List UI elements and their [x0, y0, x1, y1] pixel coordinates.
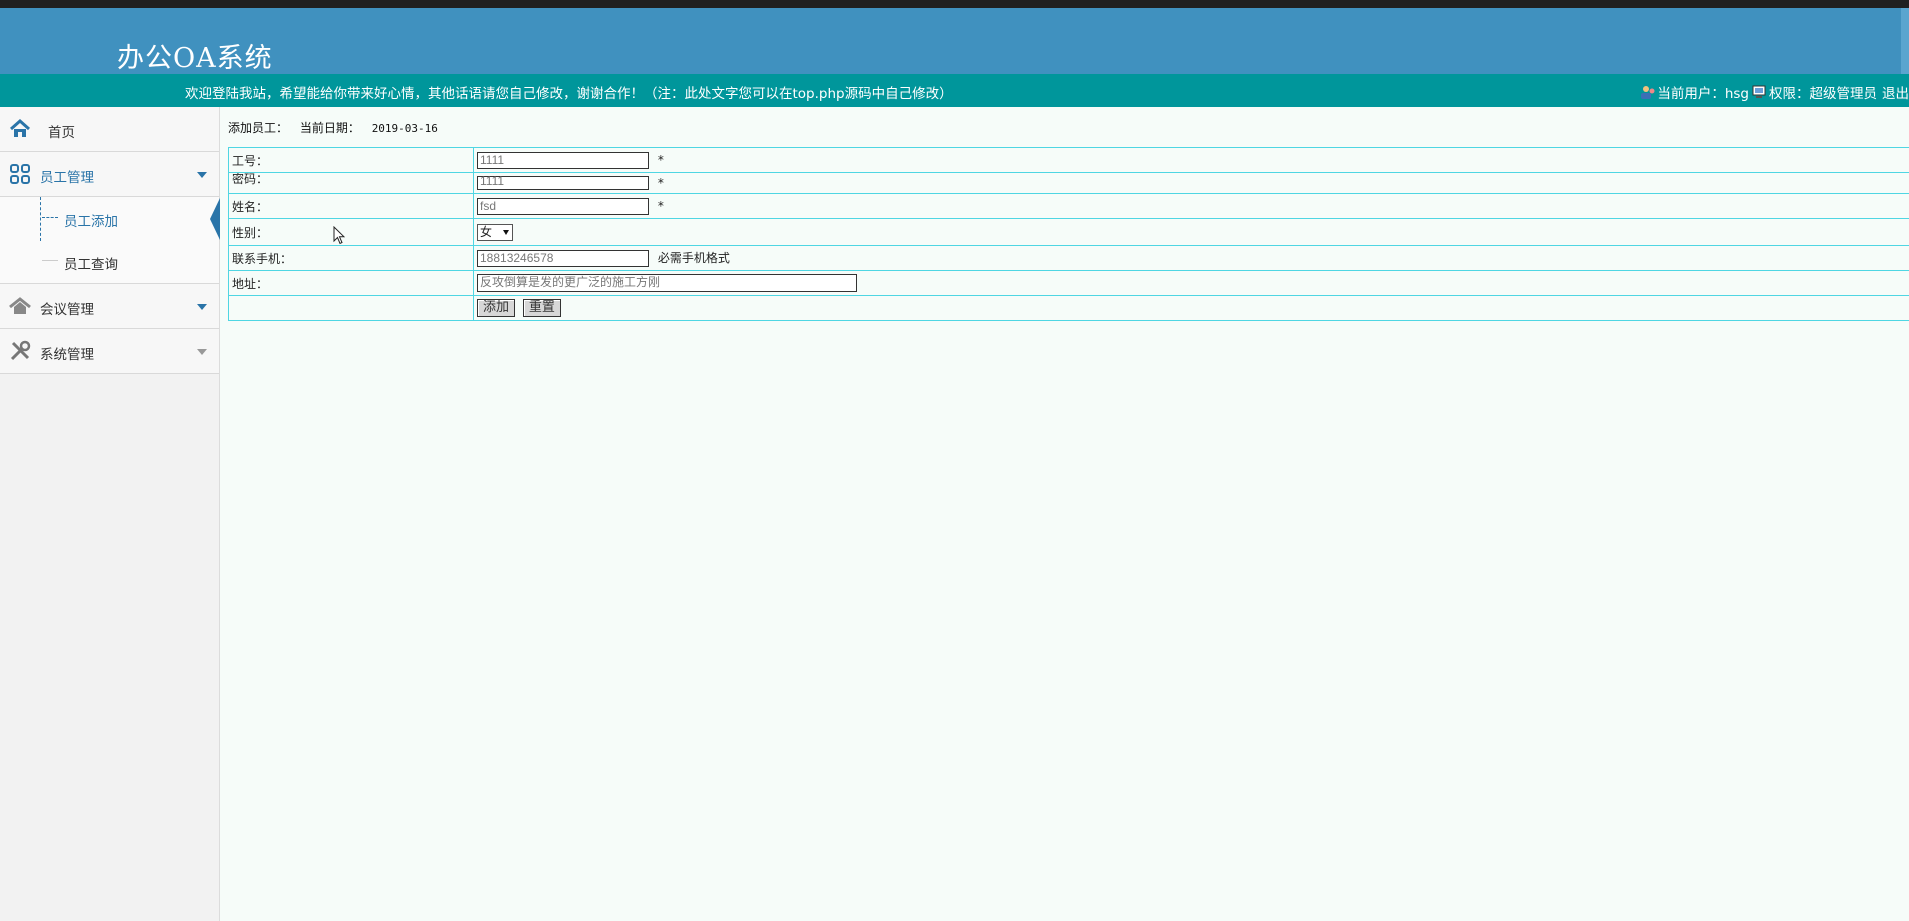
tree-branch	[42, 260, 58, 261]
required-mark: *	[657, 175, 664, 190]
grid-icon	[10, 164, 30, 184]
app-title: 办公OA系统	[117, 43, 273, 74]
chevron-down-icon	[197, 349, 207, 355]
gender-selected-value: 女	[480, 224, 493, 239]
sidebar-item-label: 系统管理	[40, 347, 94, 363]
main-content: 添加员工： 当前日期： 2019-03-16 工号： 1111 * 密码： 11…	[220, 107, 1909, 921]
submenu-item-label: 员工添加	[64, 214, 118, 230]
employee-submenu: 员工添加 员工查询	[0, 197, 220, 284]
required-mark: *	[657, 198, 664, 213]
phone-input[interactable]: 18813246578	[477, 250, 649, 267]
gender-select[interactable]: 女	[477, 223, 513, 241]
submenu-item-label: 员工查询	[64, 257, 118, 273]
app-header: 办公OA系统	[0, 8, 1909, 74]
job-no-label: 工号：	[228, 147, 474, 173]
form-row-name: 姓名： fsd *	[228, 193, 1909, 219]
submenu-item-employee-query[interactable]: 员工查询	[0, 240, 219, 283]
password-label-text: 密码：	[232, 172, 269, 186]
home-icon	[10, 118, 30, 137]
name-input[interactable]: fsd	[477, 197, 649, 215]
password-label: 密码：	[228, 172, 474, 194]
phone-label: 联系手机：	[228, 245, 474, 271]
employee-form: 工号： 1111 * 密码： 1111 * 姓名： fsd * 性别： 女 联系…	[228, 147, 1909, 321]
logout-link[interactable]: 退出	[1882, 82, 1909, 102]
sidebar-item-label: 员工管理	[40, 170, 94, 186]
form-row-address: 地址： 反攻倒算是发的更广泛的施工方刚	[228, 270, 1909, 296]
user-icon	[1641, 86, 1655, 99]
empty-cell	[228, 295, 474, 321]
required-mark: *	[657, 152, 664, 167]
permission-icon	[1752, 85, 1766, 98]
submenu-item-employee-add[interactable]: 员工添加	[0, 197, 220, 240]
sidebar-item-employee[interactable]: 员工管理	[0, 152, 219, 197]
form-row-gender: 性别： 女	[228, 218, 1909, 246]
sidebar: 首页 员工管理 员工添加 员工查询 会议管理 系统管理	[0, 107, 220, 921]
scrollbar-track[interactable]	[1901, 8, 1909, 74]
address-input[interactable]: 反攻倒算是发的更广泛的施工方刚	[477, 274, 857, 292]
phone-hint: 必需手机格式	[657, 251, 730, 265]
chevron-down-icon	[197, 304, 207, 310]
sidebar-item-home[interactable]: 首页	[0, 107, 219, 152]
welcome-bar: 欢迎登陆我站，希望能给你带来好心情，其他话语请您自己修改，谢谢合作！（注：此处文…	[0, 74, 1909, 107]
name-label: 姓名：	[228, 193, 474, 219]
tools-icon	[10, 340, 31, 361]
tree-branch	[42, 217, 58, 218]
sidebar-item-meeting[interactable]: 会议管理	[0, 284, 219, 329]
dropdown-arrow-icon	[503, 229, 509, 235]
form-row-job-no: 工号： 1111 *	[228, 147, 1909, 173]
date-value: 2019-03-16	[371, 122, 438, 135]
current-user: 当前用户：hsg	[1657, 86, 1749, 102]
mouse-cursor-icon	[333, 226, 345, 245]
form-row-password: 密码： 1111 *	[228, 172, 1909, 194]
sidebar-item-label: 会议管理	[40, 302, 94, 318]
top-border	[0, 0, 1909, 8]
user-info: 当前用户：hsg 权限：超级管理员 退出	[1640, 82, 1909, 102]
sidebar-item-label: 首页	[48, 125, 75, 141]
welcome-message: 欢迎登陆我站，希望能给你带来好心情，其他话语请您自己修改，谢谢合作！（注：此处文…	[185, 86, 953, 102]
form-row-phone: 联系手机： 18813246578 必需手机格式	[228, 245, 1909, 271]
house-roof-icon	[9, 297, 31, 314]
gender-label: 性别：	[228, 218, 474, 246]
job-no-input[interactable]: 1111	[477, 151, 649, 169]
permission-level: 权限：超级管理员	[1769, 86, 1877, 102]
date-label: 当前日期：	[299, 121, 360, 135]
password-input[interactable]: 1111	[477, 175, 649, 191]
page-title: 添加员工：	[228, 121, 289, 135]
form-row-actions: 添加 重置	[228, 295, 1909, 321]
breadcrumb: 添加员工： 当前日期： 2019-03-16	[228, 119, 438, 136]
address-label: 地址：	[228, 270, 474, 296]
chevron-down-icon	[197, 172, 207, 178]
reset-button[interactable]: 重置	[522, 299, 561, 317]
sidebar-item-system[interactable]: 系统管理	[0, 329, 219, 374]
active-pointer-icon	[210, 198, 220, 240]
add-button[interactable]: 添加	[477, 299, 516, 317]
